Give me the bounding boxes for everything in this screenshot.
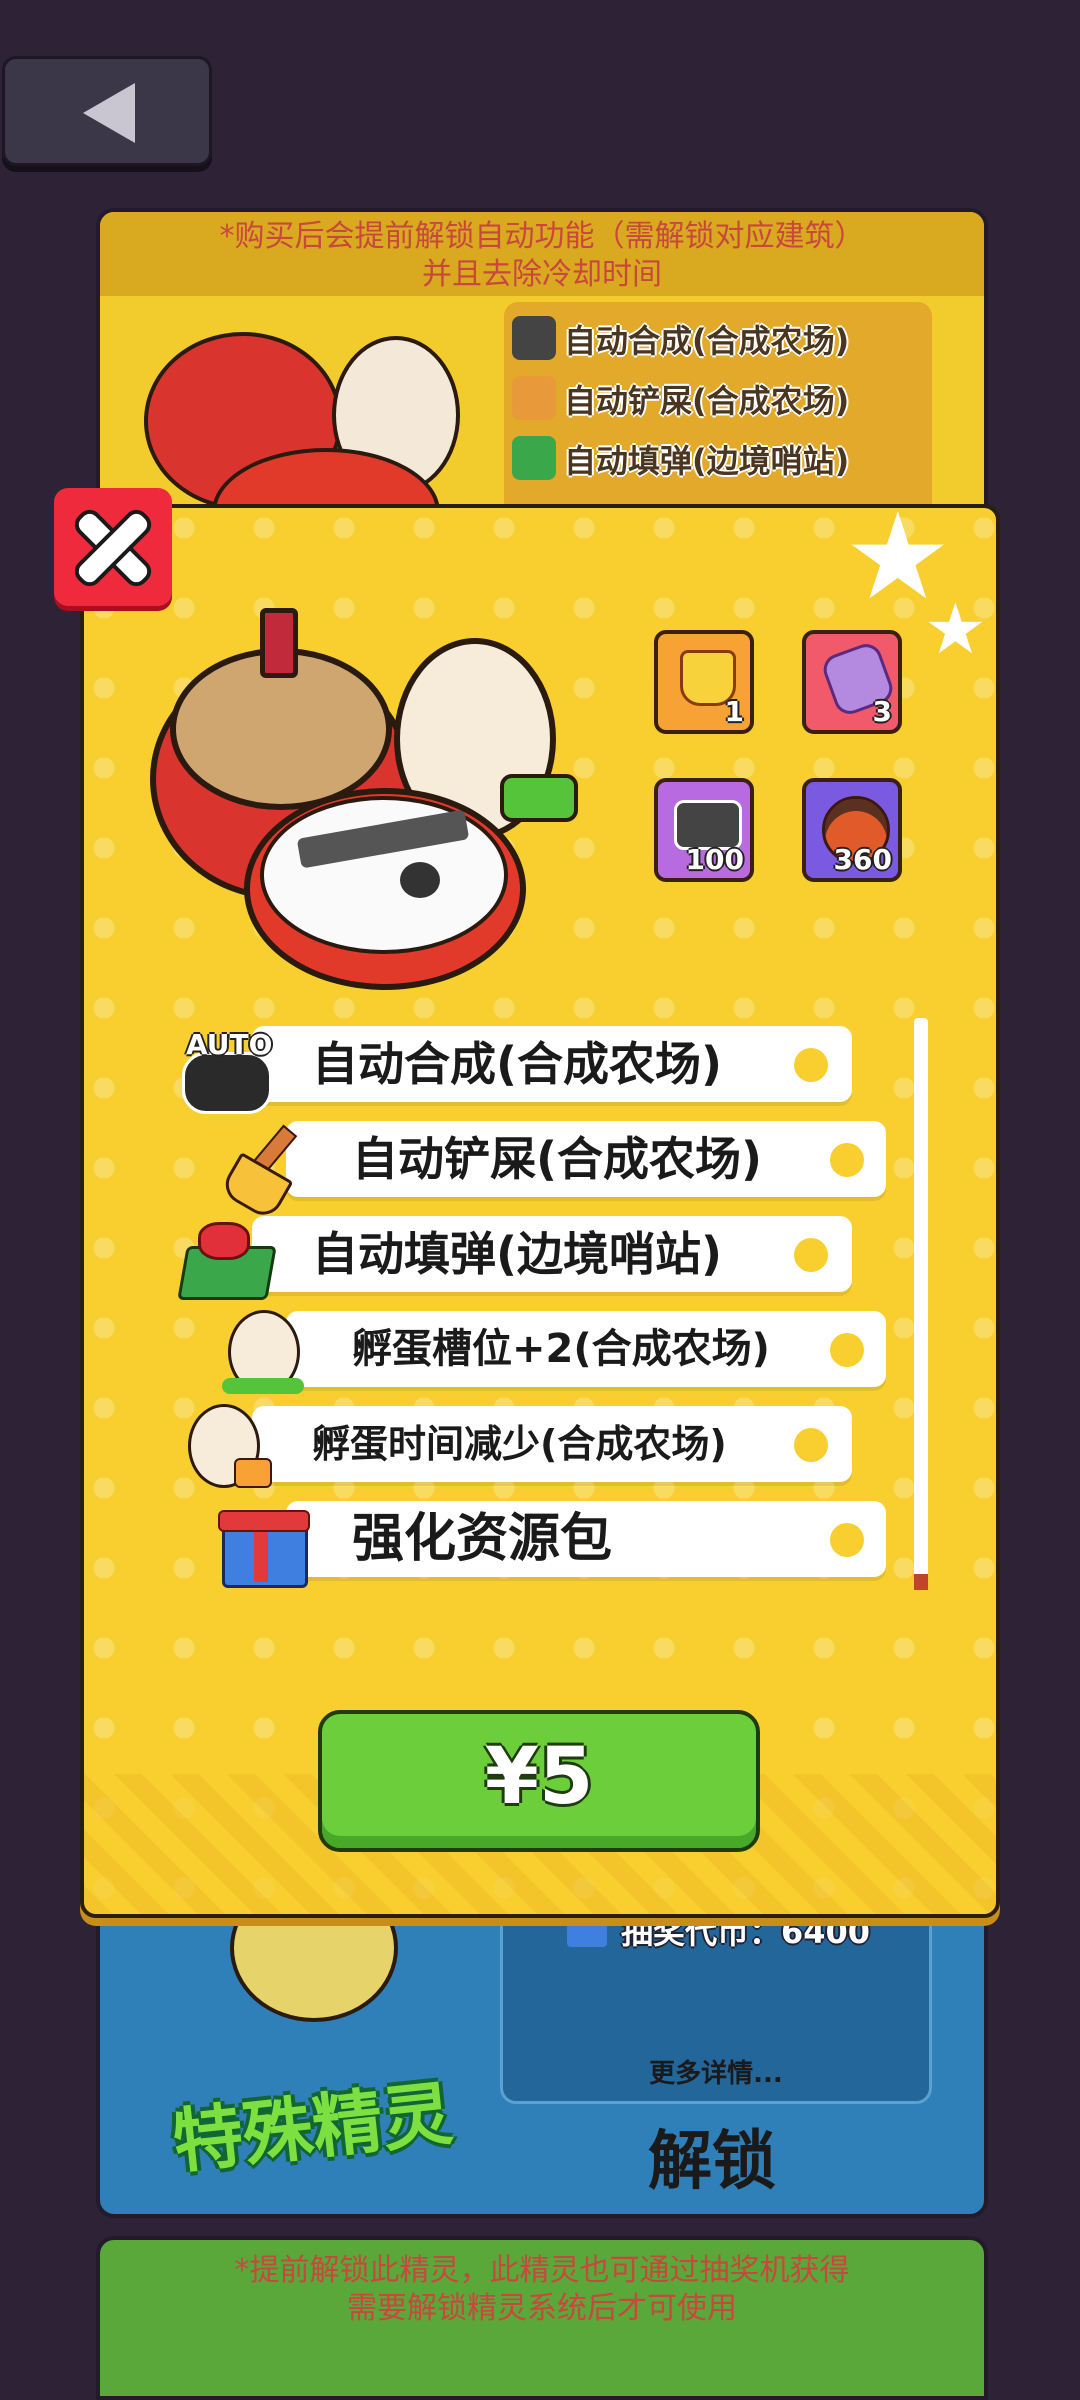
price-label: ¥5 <box>484 1732 594 1822</box>
list-item: 孵蛋时间减少(合成农场) <box>252 1406 852 1482</box>
broom-icon <box>512 376 556 420</box>
background-notice-card: *提前解锁此精灵，此精灵也可通过抽奖机获得 需要解锁精灵系统后才可使用 <box>96 2236 988 2400</box>
scrollbar-thumb[interactable] <box>914 1574 928 1590</box>
reward-qty: 360 <box>833 843 892 876</box>
feature-label: 孵蛋时间减少(合成农场) <box>312 1422 727 1466</box>
auto-icon-label: AUTO <box>186 1028 273 1061</box>
status-dot <box>794 1048 828 1082</box>
spirit-notice-line-2: 需要解锁精灵系统后才可使用 <box>347 2291 737 2326</box>
reward-robot[interactable]: 100 <box>654 778 754 882</box>
feature-label: 强化资源包 <box>352 1509 613 1569</box>
notice-line-1: *购买后会提前解锁自动功能（需解锁对应建筑） <box>219 219 865 254</box>
broom-icon <box>218 1120 310 1222</box>
notice-line-2: 并且去除冷却时间 <box>422 257 662 292</box>
buy-button[interactable]: ¥5 <box>318 1710 760 1852</box>
feature-label: 自动合成(合成农场) <box>312 1037 723 1091</box>
special-spirit-title: 特殊精灵 <box>169 2072 457 2184</box>
background-spirit-card: 抽奖代币：6400 更多详情... 特殊精灵 解锁 <box>96 1900 988 2218</box>
status-dot <box>830 1523 864 1557</box>
star-icon-small: ★ <box>924 588 987 670</box>
close-button[interactable] <box>54 488 172 606</box>
feature-label: 自动铲屎(合成农场) <box>352 1132 763 1186</box>
feature-list-scrollbar[interactable] <box>914 1018 928 1590</box>
bg-feature-3: 自动填弹(边境哨站) <box>564 442 850 480</box>
list-item: 自动铲屎(合成农场) <box>286 1121 886 1197</box>
list-item: 强化资源包 <box>286 1501 886 1577</box>
feature-label: 孵蛋槽位+2(合成农场) <box>352 1326 770 1372</box>
reward-qty: 1 <box>724 695 744 728</box>
reward-crown[interactable]: 1 <box>654 630 754 734</box>
reward-qty: 100 <box>685 843 744 876</box>
bg-feature-2: 自动铲屎(合成农场) <box>564 382 850 420</box>
back-arrow-icon <box>83 83 135 143</box>
ammo-box-icon <box>512 436 556 480</box>
reward-qty: 3 <box>872 695 892 728</box>
more-details-link[interactable]: 更多详情... <box>503 2053 929 2090</box>
status-dot <box>830 1333 864 1367</box>
feature-label: 自动填弹(边境哨站) <box>312 1227 723 1281</box>
spirit-info-panel: 抽奖代币：6400 更多详情... <box>500 1904 932 2104</box>
bg-feature-1: 自动合成(合成农场) <box>564 322 850 360</box>
background-offer-card: *购买后会提前解锁自动功能（需解锁对应建筑） 并且去除冷却时间 自动合成(合成农… <box>96 208 988 528</box>
egg-speed-icon <box>180 1402 272 1492</box>
gift-icon <box>216 1496 310 1588</box>
auto-icon: AUTO <box>178 1022 272 1114</box>
reward-potion[interactable]: 3 <box>802 630 902 734</box>
background-notice: *购买后会提前解锁自动功能（需解锁对应建筑） 并且去除冷却时间 <box>100 212 984 296</box>
unlock-button[interactable]: 解锁 <box>648 2110 776 2202</box>
ammo-box-icon <box>177 1212 277 1302</box>
bg-feature-list: 自动合成(合成农场) 自动铲屎(合成农场) 自动填弹(边境哨站) <box>504 302 932 524</box>
list-item: 自动填弹(边境哨站) <box>252 1216 852 1292</box>
reward-coffee-jar[interactable]: 360 <box>802 778 902 882</box>
purchase-modal: ★ ★ 1 3 100 360 <box>80 504 1000 1918</box>
list-item: 自动合成(合成农场) <box>252 1026 852 1102</box>
status-dot <box>794 1428 828 1462</box>
status-dot <box>830 1143 864 1177</box>
egg-icon <box>218 1308 308 1398</box>
auto-icon <box>512 316 556 360</box>
list-item: 孵蛋槽位+2(合成农场) <box>286 1311 886 1387</box>
status-dot <box>794 1238 828 1272</box>
spirit-notice-line-1: *提前解锁此精灵，此精灵也可通过抽奖机获得 <box>234 2253 850 2288</box>
back-button[interactable] <box>2 56 212 166</box>
